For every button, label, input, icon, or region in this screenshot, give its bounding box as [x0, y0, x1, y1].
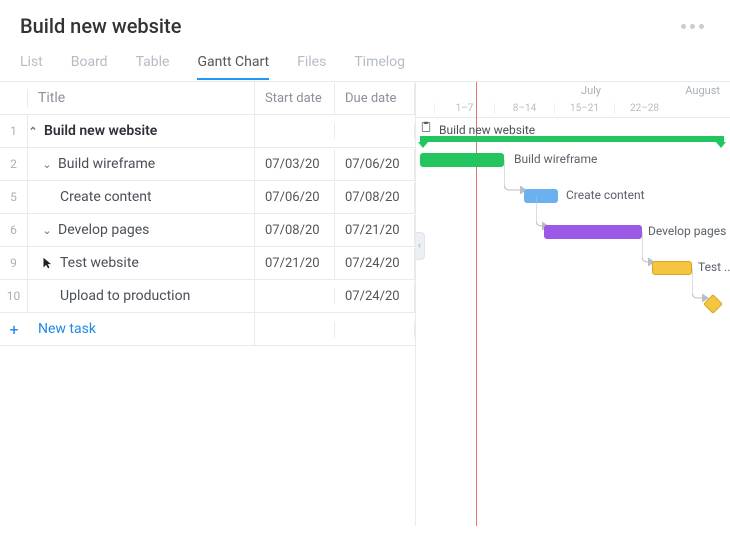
due-date-cell[interactable]: 07/08/20	[335, 182, 415, 213]
start-date-cell[interactable]: 07/06/20	[255, 182, 335, 213]
due-date-cell[interactable]: 07/24/20	[335, 281, 415, 312]
week-label: 8–14	[494, 103, 554, 114]
column-header-start[interactable]: Start date	[255, 83, 335, 114]
row-number: 6	[0, 214, 28, 246]
gantt-summary-row[interactable]: Build new website	[416, 118, 730, 142]
tab-board[interactable]: Board	[71, 48, 108, 80]
task-title: Develop pages	[58, 222, 149, 238]
gantt-body[interactable]: Build new website Build wireframe Create…	[416, 118, 730, 322]
start-date-cell[interactable]: 07/03/20	[255, 149, 335, 180]
gantt-bar-row[interactable]: Develop pages	[416, 214, 730, 250]
column-header-number	[0, 89, 28, 107]
gantt-bar-row[interactable]: Create content	[416, 178, 730, 214]
plus-icon[interactable]: +	[0, 320, 28, 339]
start-date-cell[interactable]	[255, 288, 335, 304]
page-title: Build new website	[20, 14, 181, 38]
month-label: July	[581, 84, 601, 97]
tab-list[interactable]: List	[20, 48, 43, 80]
table-row[interactable]: 6 ⌄ Develop pages 07/08/20 07/21/20	[0, 214, 415, 247]
due-date-cell[interactable]: 07/24/20	[335, 248, 415, 279]
week-label: 1–7	[434, 103, 494, 114]
table-row[interactable]: 10 Upload to production 07/24/20	[0, 280, 415, 313]
new-task-label: New task	[38, 321, 96, 337]
gantt-bar-row[interactable]	[416, 286, 730, 322]
clipboard-icon	[420, 120, 432, 134]
due-date-cell[interactable]: 07/06/20	[335, 149, 415, 180]
table-row[interactable]: 1 ⌃ Build new website	[0, 115, 415, 148]
column-header-due[interactable]: Due date	[335, 83, 415, 114]
chevron-up-icon[interactable]: ⌃	[28, 125, 38, 138]
gantt-bar-row[interactable]: Test ...	[416, 250, 730, 286]
tab-table[interactable]: Table	[136, 48, 170, 80]
gantt-bar-label: Develop pages	[648, 224, 726, 238]
table-row[interactable]: 9 Test website 07/21/20 07/24/20	[0, 247, 415, 280]
row-number: 5	[0, 181, 28, 213]
row-number: 10	[0, 280, 28, 312]
gantt-summary-label: Build new website	[439, 123, 535, 137]
gantt-bar-row[interactable]: Build wireframe	[416, 142, 730, 178]
more-menu-button[interactable]	[675, 18, 710, 35]
timeline-header: July August 1–7 8–14 15–21 22–28	[416, 82, 730, 118]
view-tabs: List Board Table Gantt Chart Files Timel…	[0, 38, 730, 81]
cursor-icon	[42, 256, 54, 270]
month-label: August	[685, 84, 720, 97]
week-label: 15–21	[554, 103, 614, 114]
table-row[interactable]: 5 Create content 07/06/20 07/08/20	[0, 181, 415, 214]
task-title: Test website	[60, 255, 139, 271]
tab-timelog[interactable]: Timelog	[354, 48, 405, 80]
new-task-row[interactable]: + New task	[0, 313, 415, 346]
gantt-bar[interactable]	[544, 225, 642, 239]
due-date-cell[interactable]	[335, 123, 415, 139]
week-label: 22–28	[614, 103, 674, 114]
task-title: Upload to production	[60, 288, 190, 304]
row-number: 1	[0, 115, 28, 147]
gantt-bar[interactable]	[420, 153, 504, 167]
task-grid: Title Start date Due date 1 ⌃ Build new …	[0, 82, 415, 526]
chevron-down-icon[interactable]: ⌄	[42, 158, 52, 171]
task-title: Build new website	[44, 123, 157, 139]
tab-gantt-chart[interactable]: Gantt Chart	[197, 48, 269, 80]
row-number: 2	[0, 148, 28, 180]
start-date-cell[interactable]: 07/08/20	[255, 215, 335, 246]
dots-icon	[681, 24, 686, 29]
column-header-title[interactable]: Title	[28, 82, 255, 114]
due-date-cell[interactable]: 07/21/20	[335, 215, 415, 246]
chevron-down-icon[interactable]: ⌄	[42, 224, 52, 237]
start-date-cell[interactable]	[255, 123, 335, 139]
gantt-bar[interactable]	[652, 261, 692, 275]
tab-files[interactable]: Files	[297, 48, 326, 80]
start-date-cell[interactable]: 07/21/20	[255, 248, 335, 279]
row-number: 9	[0, 247, 28, 279]
task-title: Create content	[60, 189, 152, 205]
table-row[interactable]: 2 ⌄ Build wireframe 07/03/20 07/06/20	[0, 148, 415, 181]
gantt-bar-label: Create content	[566, 188, 645, 202]
gantt-chart[interactable]: ‹ July August 1–7 8–14 15–21 22–28 Build…	[415, 82, 730, 526]
task-title: Build wireframe	[58, 156, 155, 172]
